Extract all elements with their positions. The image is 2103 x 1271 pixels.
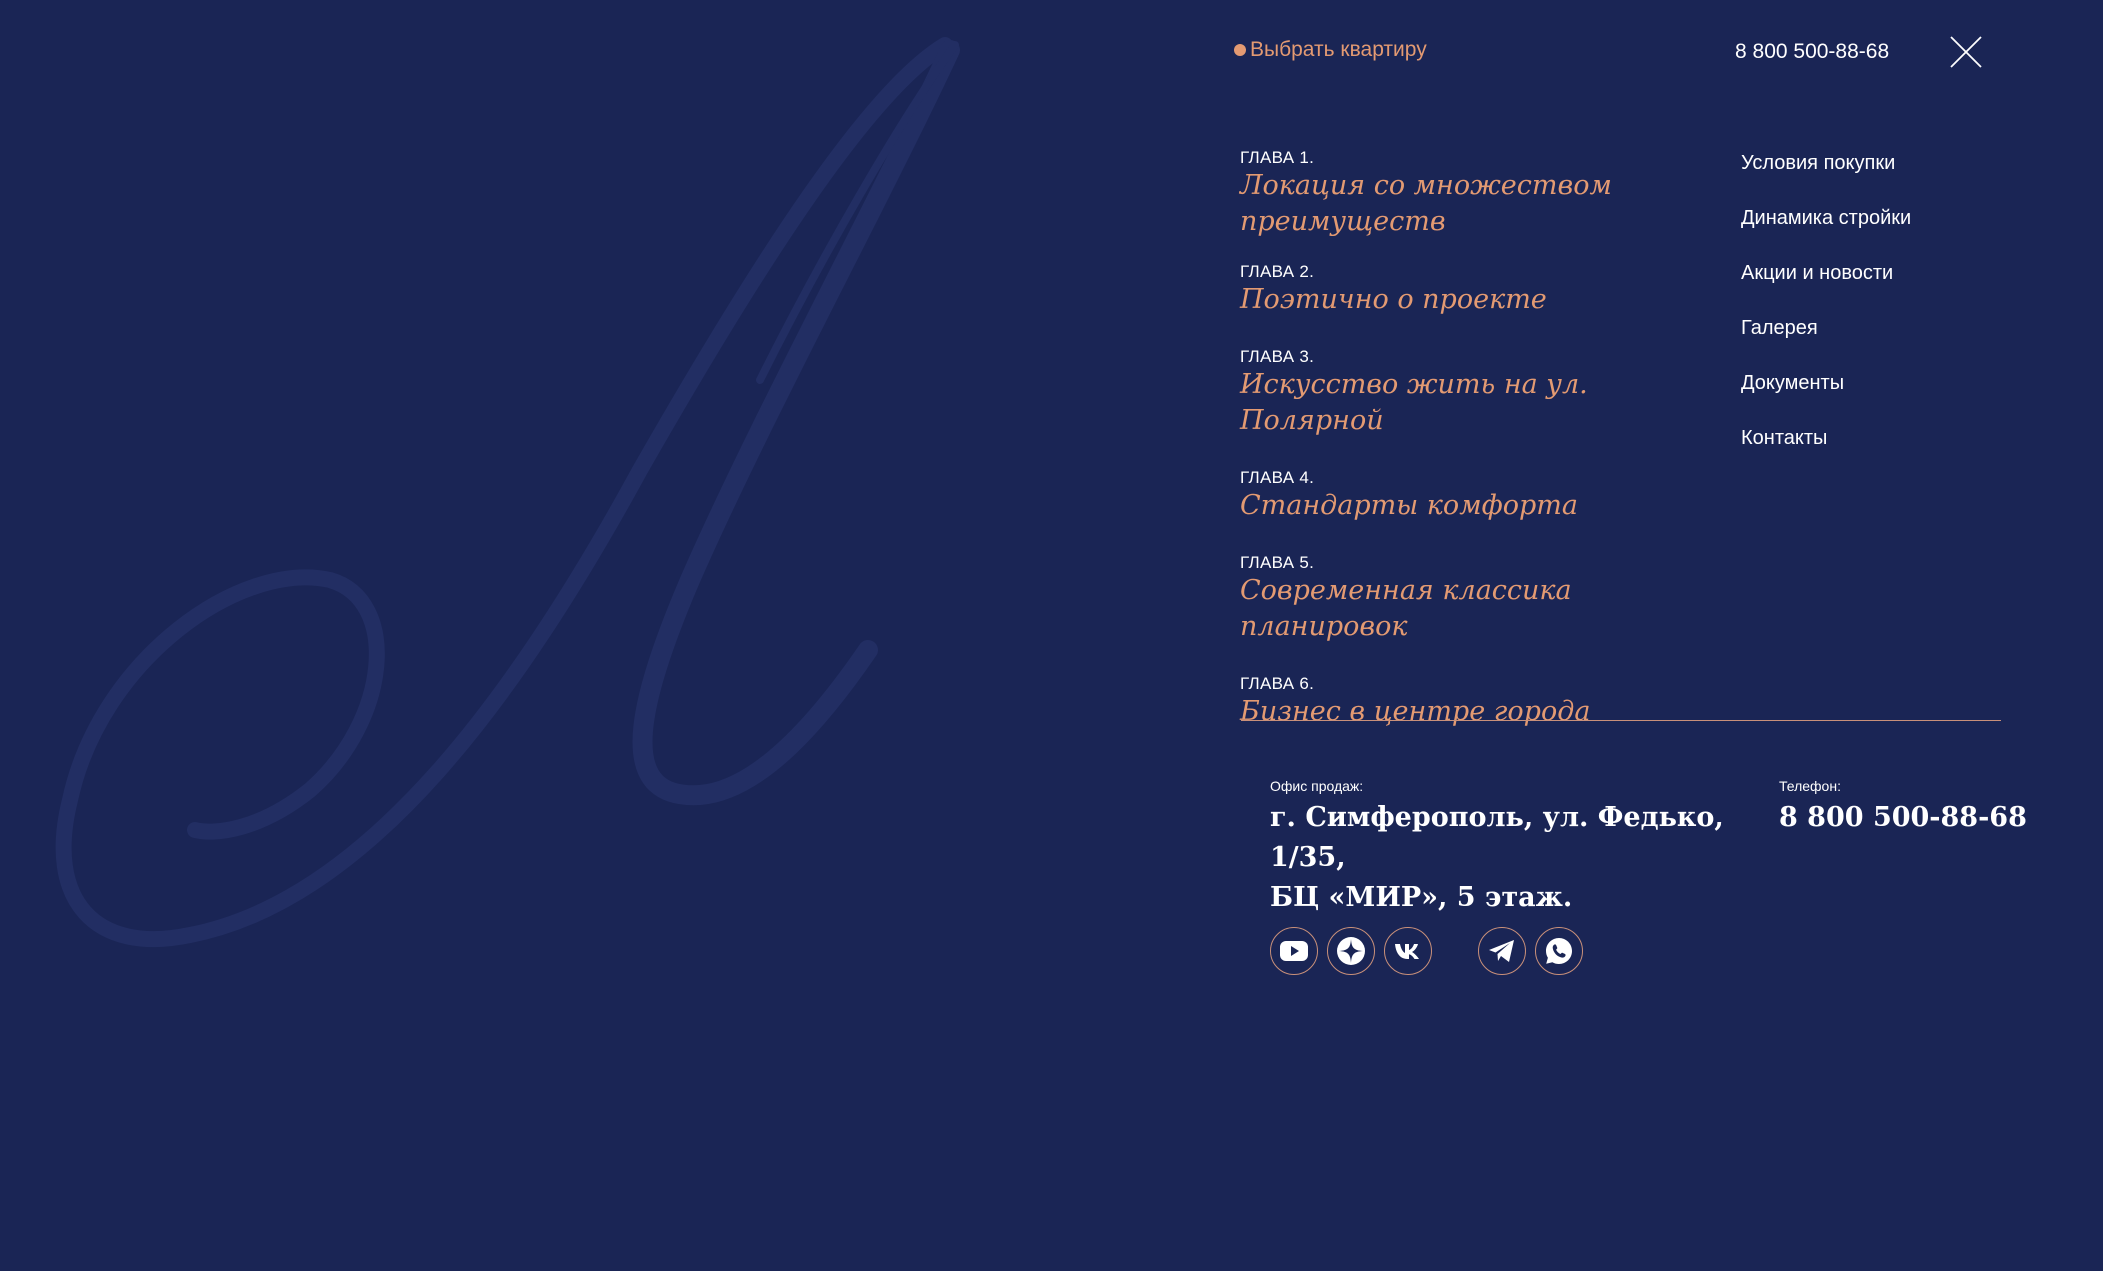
choose-apartment-link[interactable]: Выбрать квартиру — [1234, 38, 1427, 62]
dot-icon — [1234, 44, 1246, 56]
chapter-6[interactable]: ГЛАВА 6. Бизнес в центре города — [1240, 674, 1710, 730]
youtube-icon — [1280, 941, 1308, 961]
nav-item-documents[interactable]: Документы — [1741, 370, 1911, 425]
chapters-list: ГЛАВА 1. Локация со множеством преимущес… — [1240, 148, 1710, 730]
divider — [1241, 720, 2001, 721]
office-label: Офис продаж: — [1270, 778, 1364, 794]
side-nav: Условия покупки Динамика стройки Акции и… — [1741, 150, 1911, 480]
office-info: Офис продаж: г. Симферополь, ул. Федько,… — [1270, 778, 1790, 918]
chapter-4[interactable]: ГЛАВА 4. Стандарты комфорта — [1240, 468, 1710, 524]
vk-icon — [1395, 944, 1419, 959]
phone-info: Телефон: 8 800 500-88-68 — [1779, 778, 2027, 838]
chapter-2[interactable]: ГЛАВА 2. Поэтично о проекте — [1240, 262, 1710, 318]
close-button[interactable] — [1948, 34, 1984, 70]
vk-button[interactable] — [1384, 927, 1432, 975]
chapter-3[interactable]: ГЛАВА 3. Искусство жить на ул. Полярной — [1240, 347, 1710, 439]
chapter-title: Поэтично о проекте — [1240, 284, 1547, 315]
phone-label: Телефон: — [1779, 778, 1841, 794]
office-address-line: г. Симферополь, ул. Федько, 1/35, — [1270, 802, 1724, 873]
chapter-5[interactable]: ГЛАВА 5. Современная классика планировок — [1240, 553, 1710, 645]
chapter-number: ГЛАВА 6. — [1240, 674, 1315, 693]
office-address-line: БЦ «МИР», 5 этаж. — [1270, 882, 1573, 913]
youtube-button[interactable] — [1270, 927, 1318, 975]
chapter-number: ГЛАВА 5. — [1240, 553, 1315, 572]
nav-item-purchase-terms[interactable]: Условия покупки — [1741, 150, 1911, 205]
nav-item-gallery[interactable]: Галерея — [1741, 315, 1911, 370]
background-monogram — [55, 37, 960, 947]
telegram-icon — [1489, 940, 1514, 962]
dzen-icon — [1337, 937, 1365, 965]
chapter-number: ГЛАВА 3. — [1240, 347, 1315, 366]
social-spacer — [1441, 927, 1469, 975]
header-phone-link[interactable]: 8 800 500-88-68 — [1735, 40, 1889, 64]
chapter-title-line: преимуществ — [1240, 206, 1446, 237]
close-icon — [1950, 36, 1982, 68]
office-address: г. Симферополь, ул. Федько, 1/35, БЦ «МИ… — [1270, 798, 1790, 918]
chapter-title-line: Локация со множеством — [1240, 170, 1612, 201]
chapter-title: Современная классика планировок — [1240, 575, 1572, 642]
chapter-title: Бизнес в центре города — [1240, 696, 1591, 727]
whatsapp-icon — [1546, 938, 1572, 964]
chapter-title: Стандарты комфорта — [1240, 490, 1578, 521]
chapter-1[interactable]: ГЛАВА 1. Локация со множеством преимущес… — [1240, 148, 1710, 240]
chapter-title: Локация со множеством преимуществ — [1240, 168, 1710, 240]
choose-apartment-label: Выбрать квартиру — [1250, 38, 1427, 61]
chapter-number: ГЛАВА 2. — [1240, 262, 1315, 281]
social-links — [1270, 927, 1583, 975]
footer-phone[interactable]: 8 800 500-88-68 — [1779, 798, 2027, 838]
chapter-number: ГЛАВА 4. — [1240, 468, 1315, 487]
dzen-button[interactable] — [1327, 927, 1375, 975]
telegram-button[interactable] — [1478, 927, 1526, 975]
chapter-number: ГЛАВА 1. — [1240, 148, 1315, 167]
nav-item-construction[interactable]: Динамика стройки — [1741, 205, 1911, 260]
nav-item-contacts[interactable]: Контакты — [1741, 425, 1911, 480]
whatsapp-button[interactable] — [1535, 927, 1583, 975]
chapter-title: Искусство жить на ул. Полярной — [1240, 369, 1588, 436]
nav-item-news[interactable]: Акции и новости — [1741, 260, 1911, 315]
